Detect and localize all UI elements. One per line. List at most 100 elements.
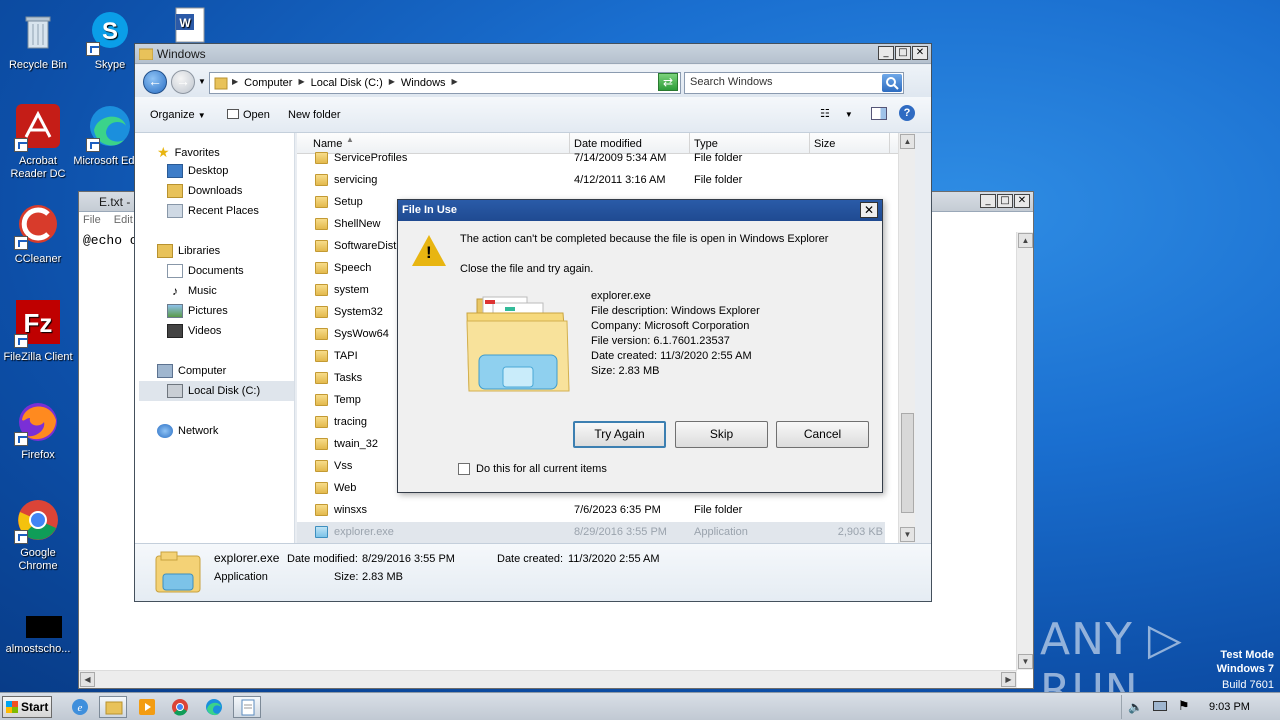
dialog-close-button[interactable]: ✕ bbox=[860, 202, 878, 218]
details-created: 11/3/2020 2:55 AM bbox=[568, 553, 660, 565]
table-row[interactable]: servicing 4/12/2011 3:16 AM File folder bbox=[297, 170, 885, 192]
file-info: explorer.exe File description: Windows E… bbox=[591, 289, 760, 379]
file-info-created: Date created: 11/3/2020 2:55 AM bbox=[591, 350, 752, 362]
skip-button[interactable]: Skip bbox=[675, 421, 768, 448]
notepad-taskbar-icon[interactable] bbox=[233, 696, 261, 718]
desktop-icon-almostscho[interactable]: almostscho... bbox=[0, 614, 76, 656]
nav-recent-places[interactable]: Recent Places bbox=[167, 204, 259, 218]
table-row[interactable]: winsxs 7/6/2023 6:35 PM File folder bbox=[297, 500, 885, 522]
nav-downloads[interactable]: Downloads bbox=[167, 184, 242, 198]
explorer-titlebar[interactable]: Windows _ □ ✕ bbox=[135, 44, 931, 64]
scroll-thumb[interactable] bbox=[901, 413, 914, 513]
checkbox-box[interactable] bbox=[458, 463, 470, 475]
notepad-text[interactable]: @echo o bbox=[83, 233, 138, 248]
explorer-taskbar-icon[interactable] bbox=[99, 696, 127, 718]
desktop-icon-filezilla[interactable]: Fz FileZilla Client bbox=[0, 300, 76, 364]
ie-taskbar-icon[interactable]: e bbox=[66, 696, 94, 718]
breadcrumb-arrow-icon[interactable]: ▶ bbox=[298, 77, 304, 89]
nav-music[interactable]: ♪ Music bbox=[167, 284, 217, 298]
folder-icon bbox=[214, 77, 228, 90]
edge-taskbar-icon[interactable] bbox=[200, 696, 228, 718]
organize-button[interactable]: Organize ▼ bbox=[150, 109, 206, 121]
breadcrumb-arrow-icon[interactable]: ▶ bbox=[389, 77, 395, 89]
folder-icon bbox=[315, 152, 328, 164]
file-list-scrollbar[interactable]: ▲ ▼ bbox=[898, 133, 915, 543]
apply-all-checkbox[interactable]: Do this for all current items bbox=[458, 463, 607, 475]
minimize-button[interactable]: _ bbox=[980, 194, 996, 208]
address-bar[interactable]: ▶ Computer ▶ Local Disk (C:) ▶ Windows ▶… bbox=[209, 72, 681, 94]
search-input[interactable]: Search Windows bbox=[684, 72, 904, 94]
nav-favorites[interactable]: ★ Favorites bbox=[157, 144, 220, 161]
desktop-icon-recycle-bin[interactable]: Recycle Bin bbox=[0, 8, 76, 72]
cancel-button[interactable]: Cancel bbox=[776, 421, 869, 448]
close-button[interactable]: ✕ bbox=[912, 46, 928, 60]
nav-local-disk[interactable]: Local Disk (C:) bbox=[167, 384, 260, 398]
chrome-taskbar-icon[interactable] bbox=[166, 696, 194, 718]
breadcrumb-arrow-icon[interactable]: ▶ bbox=[452, 77, 458, 89]
minimize-button[interactable]: _ bbox=[878, 46, 894, 60]
pictures-icon bbox=[167, 304, 183, 318]
forward-button[interactable]: → bbox=[171, 70, 195, 94]
firefox-icon bbox=[14, 398, 62, 446]
nav-documents[interactable]: Documents bbox=[167, 264, 244, 278]
file-in-use-dialog[interactable]: File In Use ✕ The action can't be comple… bbox=[397, 199, 883, 493]
nav-computer[interactable]: Computer bbox=[157, 364, 226, 378]
notepad-vertical-scrollbar[interactable]: ▲ ▼ bbox=[1016, 232, 1033, 670]
clock[interactable]: 9:03 PM bbox=[1209, 701, 1250, 713]
folder-icon bbox=[315, 196, 328, 208]
view-options-icon[interactable]: ☷ ▼ bbox=[820, 107, 853, 120]
back-button[interactable]: ← bbox=[143, 70, 167, 94]
scroll-down-icon[interactable]: ▼ bbox=[1018, 654, 1033, 669]
try-again-button[interactable]: Try Again bbox=[573, 421, 666, 448]
media-player-taskbar-icon[interactable] bbox=[133, 696, 161, 718]
start-button[interactable]: Start bbox=[2, 696, 52, 718]
scroll-down-icon[interactable]: ▼ bbox=[900, 527, 915, 542]
dialog-title: File In Use bbox=[402, 204, 458, 216]
network-tray-icon[interactable] bbox=[1153, 701, 1167, 711]
acrobat-icon bbox=[14, 104, 62, 152]
new-folder-button[interactable]: New folder bbox=[288, 109, 341, 121]
scroll-right-icon[interactable]: ▶ bbox=[1001, 672, 1016, 687]
warning-icon bbox=[412, 235, 446, 266]
menu-edit[interactable]: Edit bbox=[114, 214, 133, 226]
dialog-titlebar[interactable]: File In Use ✕ bbox=[398, 200, 882, 221]
open-button[interactable]: Open bbox=[227, 109, 270, 121]
desktop-icon-ccleaner[interactable]: CCleaner bbox=[0, 202, 76, 266]
breadcrumb-arrow-icon[interactable]: ▶ bbox=[232, 77, 238, 89]
dialog-instruction: Close the file and try again. bbox=[460, 263, 594, 275]
table-row[interactable]: explorer.exe 8/29/2016 3:55 PM Application… bbox=[297, 522, 885, 544]
explorer-folder-icon bbox=[463, 295, 573, 400]
menu-file[interactable]: File bbox=[83, 214, 101, 226]
nav-videos[interactable]: Videos bbox=[167, 324, 221, 338]
scroll-up-icon[interactable]: ▲ bbox=[900, 134, 915, 149]
notepad-horizontal-scrollbar[interactable]: ◀ ▶ bbox=[79, 670, 1017, 688]
nav-pictures[interactable]: Pictures bbox=[167, 304, 228, 318]
speaker-icon[interactable]: 🔈 bbox=[1128, 700, 1143, 714]
maximize-button[interactable]: □ bbox=[895, 46, 911, 60]
search-icon[interactable] bbox=[882, 74, 902, 92]
breadcrumb-computer[interactable]: Computer bbox=[244, 77, 292, 89]
nav-network[interactable]: Network bbox=[157, 424, 218, 438]
preview-pane-icon[interactable] bbox=[871, 107, 887, 120]
history-dropdown-icon[interactable]: ▼ bbox=[198, 77, 206, 86]
table-row[interactable]: ServiceProfiles 7/14/2009 5:34 AM File fol… bbox=[297, 148, 885, 170]
desktop-icon-word[interactable]: W bbox=[148, 4, 224, 44]
file-date: 8/29/2016 3:55 PM bbox=[574, 526, 667, 538]
nav-desktop[interactable]: Desktop bbox=[167, 164, 228, 178]
ccleaner-icon bbox=[14, 202, 62, 250]
scroll-left-icon[interactable]: ◀ bbox=[80, 672, 95, 687]
help-icon[interactable]: ? bbox=[899, 105, 915, 121]
breadcrumb-windows[interactable]: Windows bbox=[401, 77, 446, 89]
breadcrumb-local-disk[interactable]: Local Disk (C:) bbox=[311, 77, 383, 89]
refresh-icon[interactable]: ⇄ bbox=[658, 73, 678, 91]
scroll-up-icon[interactable]: ▲ bbox=[1018, 233, 1033, 248]
maximize-button[interactable]: □ bbox=[997, 194, 1013, 208]
file-info-name: explorer.exe bbox=[591, 290, 651, 302]
desktop-icon-firefox[interactable]: Firefox bbox=[0, 398, 76, 462]
desktop-icon-acrobat[interactable]: Acrobat Reader DC bbox=[0, 104, 76, 181]
details-filename: explorer.exe bbox=[214, 551, 280, 565]
close-button[interactable]: ✕ bbox=[1014, 194, 1030, 208]
desktop-icon-chrome[interactable]: Google Chrome bbox=[0, 496, 76, 573]
flag-icon[interactable]: ⚑ bbox=[1178, 698, 1190, 714]
nav-libraries[interactable]: Libraries bbox=[157, 244, 220, 258]
